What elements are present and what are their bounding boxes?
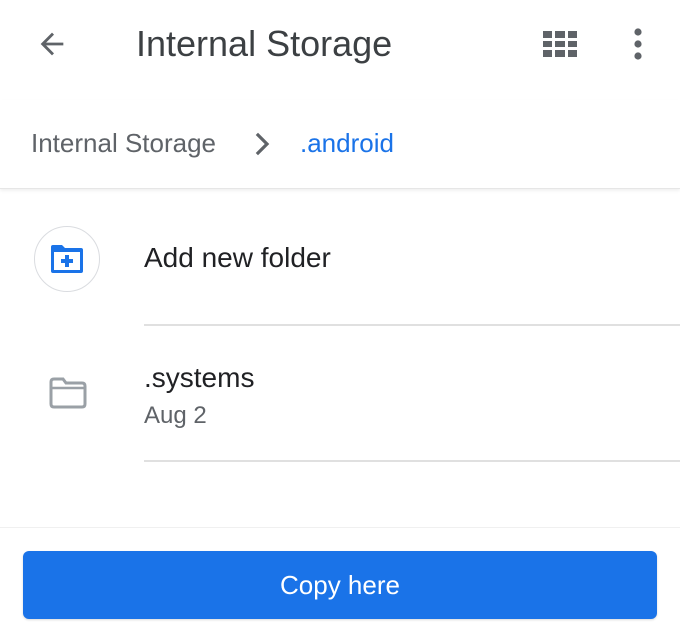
arrow-back-icon (40, 32, 64, 56)
add-folder-icon-circle (34, 226, 100, 292)
top-app-bar: Internal Storage (0, 0, 680, 90)
bottom-bar-separator (0, 527, 680, 528)
grid-view-icon (543, 31, 577, 57)
folder-icon (49, 377, 87, 409)
file-picker-screen: Internal Storage Internal Storage .andro… (0, 0, 680, 642)
chevron-right-icon (252, 130, 274, 158)
more-options-button[interactable] (614, 22, 662, 66)
divider (144, 460, 680, 462)
breadcrumb-root[interactable]: Internal Storage (31, 126, 216, 160)
more-vert-icon (634, 28, 642, 60)
back-button[interactable] (24, 22, 80, 66)
create-new-folder-icon (51, 245, 83, 273)
grid-view-button[interactable] (532, 22, 588, 66)
add-new-folder-item[interactable]: Add new folder (0, 192, 680, 324)
page-title: Internal Storage (136, 23, 393, 64)
breadcrumb: Internal Storage .android (0, 100, 680, 189)
add-new-folder-label: Add new folder (144, 242, 331, 273)
breadcrumb-current[interactable]: .android (300, 126, 394, 160)
folder-name: .systems (144, 362, 255, 393)
list-item-folder[interactable]: .systems Aug 2 (0, 326, 680, 460)
folder-date: Aug 2 (144, 402, 207, 429)
copy-here-button[interactable]: Copy here (23, 551, 657, 619)
